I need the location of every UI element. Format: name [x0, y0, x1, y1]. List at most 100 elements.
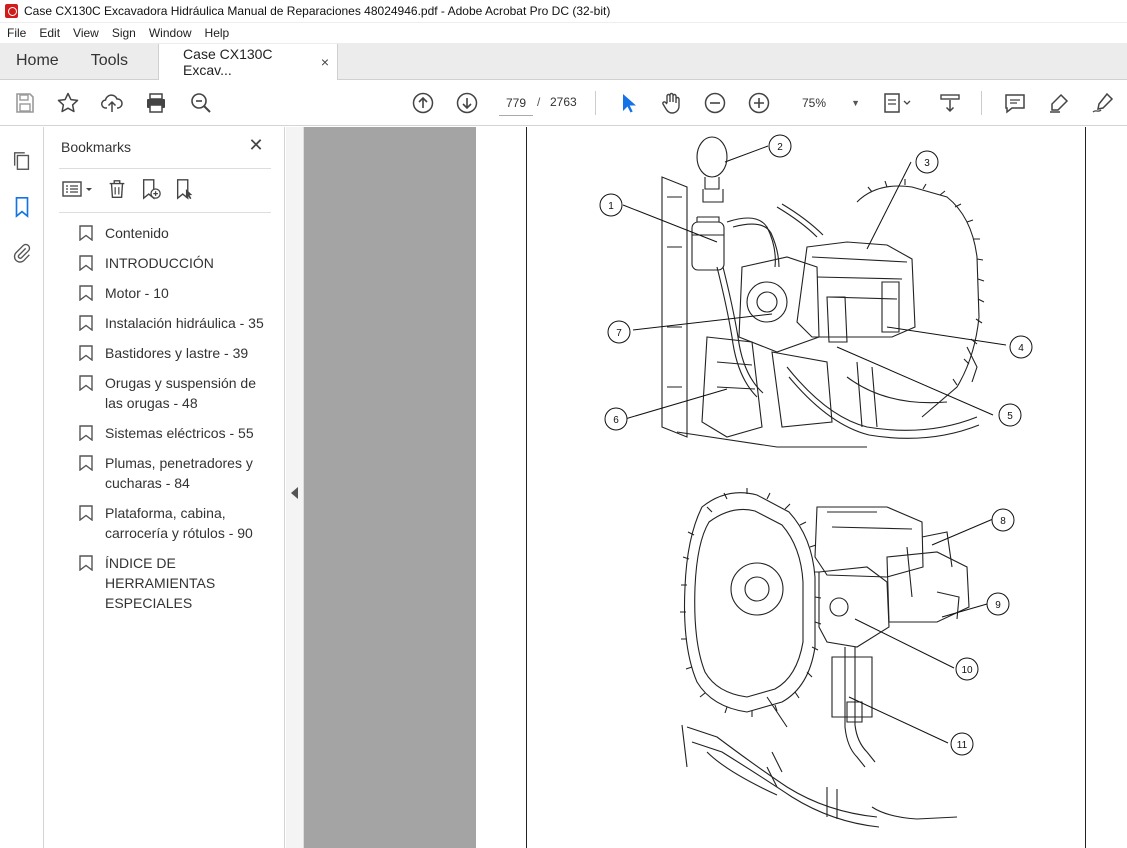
bookmark-properties-icon[interactable] — [173, 177, 197, 201]
menu-help[interactable]: Help — [198, 26, 236, 40]
sign-icon[interactable] — [1090, 90, 1116, 116]
bookmark-item[interactable]: Sistemas eléctricos - 55 — [75, 423, 275, 443]
bookmark-item[interactable]: Plataforma, cabina, carrocería y rótulos… — [75, 503, 275, 543]
bookmark-label: Instalación hidráulica - 35 — [105, 315, 264, 331]
page-down-icon[interactable] — [454, 90, 480, 116]
bookmark-item[interactable]: ÍNDICE DE HERRAMIENTAS ESPECIALES — [75, 553, 275, 613]
bookmark-list: Contenido INTRODUCCIÓN Motor - 10 Instal… — [75, 223, 275, 623]
toolbar: 779 / 2763 75% ▼ — [0, 80, 1127, 126]
bookmark-panel-icon[interactable] — [10, 195, 34, 219]
svg-text:2: 2 — [777, 142, 783, 153]
window-title: Case CX130C Excavadora Hidráulica Manual… — [24, 4, 611, 18]
bookmark-item[interactable]: Orugas y suspensión de las orugas - 48 — [75, 373, 275, 413]
svg-text:1: 1 — [608, 201, 614, 212]
bookmark-icon — [79, 315, 93, 331]
bookmark-icon — [79, 285, 93, 301]
page-thumbnails-icon[interactable] — [10, 149, 34, 173]
menu-sign[interactable]: Sign — [105, 26, 142, 40]
options-menu-icon[interactable] — [61, 177, 95, 201]
callout-11: 11 — [950, 732, 974, 756]
scroll-mode-icon[interactable] — [937, 90, 963, 116]
document-viewport[interactable]: 1 2 3 4 5 6 7 8 9 10 11 — [304, 127, 1127, 848]
menu-window[interactable]: Window — [142, 26, 198, 40]
bookmarks-title: Bookmarks — [61, 139, 132, 155]
title-bar: Case CX130C Excavadora Hidráulica Manual… — [0, 0, 1127, 23]
bookmarks-panel: Bookmarks ✕ Contenido INTRODUCCIÓN Motor… — [45, 127, 285, 848]
bookmark-item[interactable]: Plumas, penetradores y cucharas - 84 — [75, 453, 275, 493]
bookmark-label: Orugas y suspensión de las orugas - 48 — [105, 375, 256, 411]
bookmarks-toolbar — [61, 176, 197, 202]
panel-divider — [59, 212, 271, 213]
close-icon[interactable]: ✕ — [247, 136, 265, 154]
upload-icon[interactable] — [99, 90, 125, 116]
page-up-icon[interactable] — [410, 90, 436, 116]
collapse-arrow-icon — [291, 487, 298, 499]
tab-close-icon[interactable]: × — [321, 54, 329, 70]
svg-text:10: 10 — [961, 665, 973, 676]
svg-text:11: 11 — [957, 740, 968, 751]
svg-text:6: 6 — [613, 415, 619, 426]
star-icon[interactable] — [55, 90, 81, 116]
toolbar-divider — [981, 91, 982, 115]
zoom-in-icon[interactable] — [746, 90, 772, 116]
callout-1: 1 — [599, 193, 623, 217]
acrobat-logo-icon — [5, 4, 18, 18]
tab-tools[interactable]: Tools — [75, 43, 144, 79]
svg-text:8: 8 — [1000, 516, 1006, 527]
callout-8: 8 — [991, 508, 1015, 532]
attachment-icon[interactable] — [10, 241, 34, 265]
bookmark-icon — [79, 555, 93, 571]
comment-icon[interactable] — [1002, 90, 1028, 116]
menu-view[interactable]: View — [66, 26, 105, 40]
page-fit-icon[interactable] — [880, 90, 916, 116]
bookmark-icon — [79, 345, 93, 361]
bookmark-item[interactable]: Instalación hidráulica - 35 — [75, 313, 275, 333]
menu-edit[interactable]: Edit — [32, 26, 66, 40]
search-zoom-icon[interactable] — [188, 90, 214, 116]
zoom-out-icon[interactable] — [702, 90, 728, 116]
callout-5: 5 — [998, 403, 1022, 427]
print-icon[interactable] — [143, 90, 169, 116]
bookmark-label: ÍNDICE DE HERRAMIENTAS ESPECIALES — [105, 555, 216, 611]
bookmark-item[interactable]: Motor - 10 — [75, 283, 275, 303]
tab-home[interactable]: Home — [0, 43, 75, 79]
select-cursor-icon[interactable] — [615, 90, 641, 116]
bookmark-label: Contenido — [105, 225, 169, 241]
callout-3: 3 — [915, 150, 939, 174]
page-number-input[interactable]: 779 — [499, 90, 533, 116]
tab-document[interactable]: Case CX130C Excav... × — [158, 44, 339, 80]
chevron-down-icon: ▼ — [851, 98, 860, 108]
panel-collapse-handle[interactable] — [286, 127, 304, 848]
tab-document-label: Case CX130C Excav... — [183, 46, 273, 78]
callout-6: 6 — [604, 407, 628, 431]
bookmark-item[interactable]: Contenido — [75, 223, 275, 243]
bookmark-item[interactable]: INTRODUCCIÓN — [75, 253, 275, 273]
bookmark-icon — [79, 255, 93, 271]
hand-icon[interactable] — [658, 90, 684, 116]
svg-text:7: 7 — [616, 328, 622, 339]
bookmark-label: INTRODUCCIÓN — [105, 255, 214, 271]
highlight-icon[interactable] — [1046, 90, 1072, 116]
delete-icon[interactable] — [105, 177, 129, 201]
bookmark-icon — [79, 455, 93, 471]
menu-bar: File Edit View Sign Window Help — [0, 23, 1127, 43]
pdf-page: 1 2 3 4 5 6 7 8 9 10 11 — [526, 127, 1086, 848]
toolbar-divider — [595, 91, 596, 115]
menu-file[interactable]: File — [0, 26, 32, 40]
zoom-select[interactable]: 75% ▼ — [792, 90, 860, 116]
bookmark-icon — [79, 375, 93, 391]
page-separator: / — [537, 95, 541, 109]
zoom-value: 75% — [802, 96, 827, 110]
callout-2: 2 — [768, 134, 792, 158]
save-icon[interactable] — [12, 90, 38, 116]
bookmark-item[interactable]: Bastidores y lastre - 39 — [75, 343, 275, 363]
callout-10: 10 — [955, 657, 979, 681]
tab-bar: Home Tools Case CX130C Excav... × — [0, 43, 1127, 80]
bookmark-label: Plumas, penetradores y cucharas - 84 — [105, 455, 253, 491]
panel-divider — [59, 168, 271, 169]
bookmark-icon — [79, 425, 93, 441]
new-bookmark-icon[interactable] — [139, 177, 163, 201]
bookmark-label: Sistemas eléctricos - 55 — [105, 425, 254, 441]
technical-illustration: 1 2 3 4 5 6 7 8 9 10 11 — [599, 134, 1033, 828]
page-background — [304, 127, 476, 848]
